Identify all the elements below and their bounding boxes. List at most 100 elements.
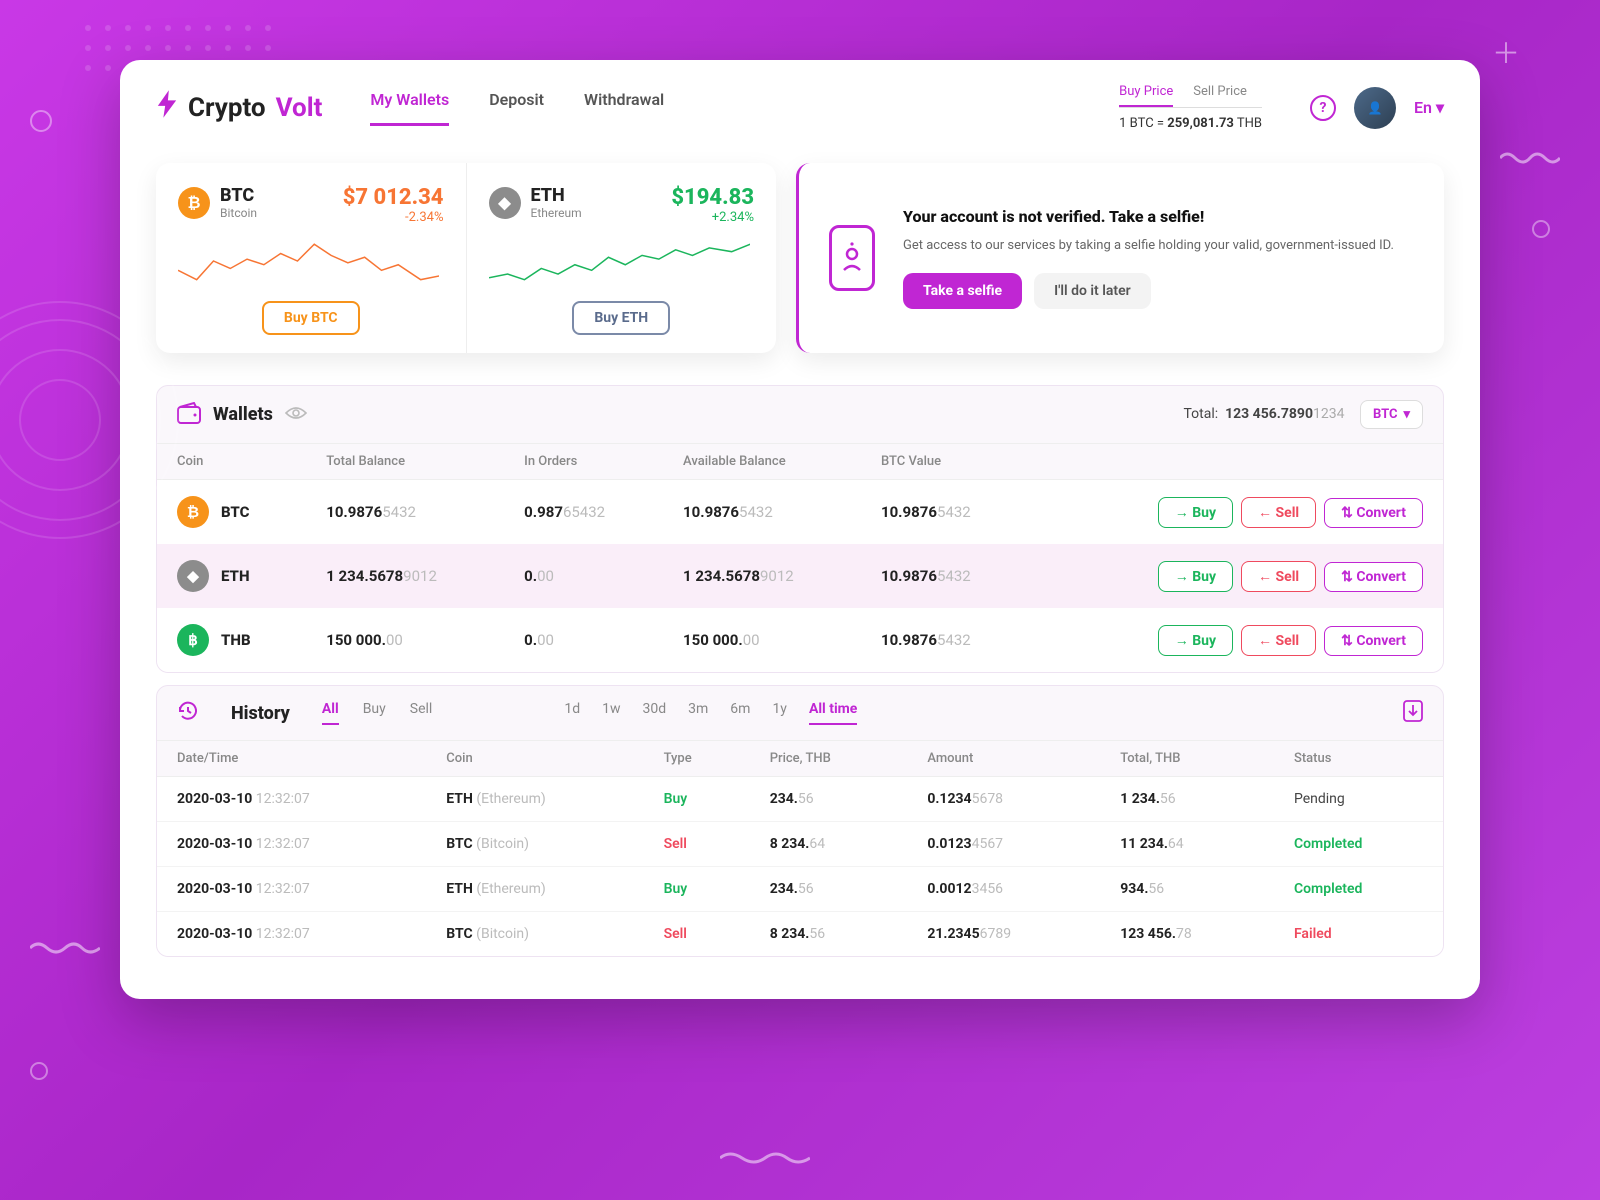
ethereum-icon: ◆ xyxy=(489,187,521,219)
convert-button[interactable]: ⇅ Convert xyxy=(1324,562,1423,592)
verify-card: Your account is not verified. Take a sel… xyxy=(796,163,1444,353)
coin: ETH (Ethereum) xyxy=(426,867,643,912)
coin-sym: ETH xyxy=(221,567,250,585)
buy-btc-button[interactable]: Buy BTC xyxy=(262,301,360,335)
later-button[interactable]: I'll do it later xyxy=(1034,273,1151,309)
range-6m[interactable]: 6m xyxy=(730,701,750,725)
logo[interactable]: CryptoVolt xyxy=(156,90,322,125)
col-available: Available Balance xyxy=(663,444,861,480)
type: Sell xyxy=(644,822,750,867)
selfie-id-icon xyxy=(829,225,875,291)
buy-button[interactable]: → Buy xyxy=(1158,561,1233,592)
total-balance: 1 234.56789012 xyxy=(306,544,504,608)
filter-sell[interactable]: Sell xyxy=(410,701,433,725)
total: 123 456.78 xyxy=(1100,912,1274,957)
buy-button[interactable]: → Buy xyxy=(1158,497,1233,528)
header: CryptoVolt My Wallets Deposit Withdrawal… xyxy=(120,60,1480,143)
history-range-filter: 1d 1w 30d 3m 6m 1y All time xyxy=(564,701,857,725)
help-icon[interactable]: ? xyxy=(1310,95,1336,121)
table-row: ฿THB150 000.000.00150 000.0010.98765432→… xyxy=(157,608,1443,672)
history-table: Date/Time Coin Type Price, THB Amount To… xyxy=(157,740,1443,956)
col-total: Total, THB xyxy=(1100,741,1274,777)
btc-symbol: BTC xyxy=(220,185,257,206)
price: 234.56 xyxy=(750,777,908,822)
wallets-table: Coin Total Balance In Orders Available B… xyxy=(157,443,1443,672)
download-icon[interactable] xyxy=(1403,700,1423,726)
bg-plus-deco: ＋ xyxy=(1492,32,1520,72)
type: Buy xyxy=(644,777,750,822)
tab-buy-price[interactable]: Buy Price xyxy=(1119,84,1173,107)
convert-button[interactable]: ⇅ Convert xyxy=(1324,626,1423,656)
amount: 0.12345678 xyxy=(907,777,1100,822)
table-row: ◆ETH1 234.567890120.001 234.5678901210.9… xyxy=(157,544,1443,608)
chevron-down-icon: ▾ xyxy=(1436,98,1444,117)
available-balance: 150 000.00 xyxy=(663,608,861,672)
total-currency-selector[interactable]: BTC ▾ xyxy=(1360,400,1423,429)
history-icon xyxy=(177,700,199,726)
available-balance: 10.98765432 xyxy=(663,480,861,545)
main-nav: My Wallets Deposit Withdrawal xyxy=(370,90,664,126)
range-1w[interactable]: 1w xyxy=(602,701,620,725)
total-balance: 10.98765432 xyxy=(306,480,504,545)
col-btc-value: BTC Value xyxy=(861,444,1031,480)
thb-icon: ฿ xyxy=(177,624,209,656)
sell-button[interactable]: ← Sell xyxy=(1241,561,1316,592)
nav-my-wallets[interactable]: My Wallets xyxy=(370,90,449,126)
eth-sparkline xyxy=(489,233,750,289)
eye-icon[interactable] xyxy=(285,405,307,425)
range-1y[interactable]: 1y xyxy=(772,701,787,725)
nav-deposit[interactable]: Deposit xyxy=(489,90,544,126)
convert-button[interactable]: ⇅ Convert xyxy=(1324,498,1423,528)
range-1d[interactable]: 1d xyxy=(564,701,580,725)
filter-buy[interactable]: Buy xyxy=(363,701,386,725)
take-selfie-button[interactable]: Take a selfie xyxy=(903,273,1022,309)
btc-name: Bitcoin xyxy=(220,206,257,220)
eth-name: Ethereum xyxy=(531,206,582,220)
col-total-balance: Total Balance xyxy=(306,444,504,480)
eth-change: +2.34% xyxy=(671,210,754,225)
bg-wave-deco xyxy=(30,940,100,960)
type: Sell xyxy=(644,912,750,957)
buy-eth-button[interactable]: Buy ETH xyxy=(572,301,670,335)
btc-price: $7 012.34 xyxy=(343,185,444,210)
price-cards: ₿ BTC Bitcoin $7 012.34 -2.34% Buy BTC xyxy=(156,163,776,353)
nav-withdrawal[interactable]: Withdrawal xyxy=(584,90,664,126)
btc-icon: ₿ xyxy=(177,496,209,528)
bitcoin-icon: ₿ xyxy=(178,187,210,219)
buy-button[interactable]: → Buy xyxy=(1158,625,1233,656)
status: Failed xyxy=(1274,912,1443,957)
price-card-eth: ◆ ETH Ethereum $194.83 +2.34% Buy ETH xyxy=(467,163,777,353)
status: Completed xyxy=(1274,822,1443,867)
table-row: ₿BTC10.987654320.9876543210.9876543210.9… xyxy=(157,480,1443,545)
eth-symbol: ETH xyxy=(531,185,582,206)
in-orders: 0.98765432 xyxy=(504,480,663,545)
table-row: 2020-03-10 12:32:07BTC (Bitcoin)Sell8 23… xyxy=(157,822,1443,867)
range-30d[interactable]: 30d xyxy=(642,701,666,725)
sell-button[interactable]: ← Sell xyxy=(1241,497,1316,528)
table-row: 2020-03-10 12:32:07ETH (Ethereum)Buy234.… xyxy=(157,867,1443,912)
sell-button[interactable]: ← Sell xyxy=(1241,625,1316,656)
lang-label: En xyxy=(1414,98,1432,117)
col-in-orders: In Orders xyxy=(504,444,663,480)
bg-wave-deco xyxy=(1500,150,1560,170)
btc-value: 10.98765432 xyxy=(861,608,1031,672)
col-datetime: Date/Time xyxy=(157,741,426,777)
price-card-btc: ₿ BTC Bitcoin $7 012.34 -2.34% Buy BTC xyxy=(156,163,467,353)
app-window: CryptoVolt My Wallets Deposit Withdrawal… xyxy=(120,60,1480,999)
bg-circle-deco xyxy=(1532,220,1550,238)
tab-sell-price[interactable]: Sell Price xyxy=(1193,84,1247,107)
language-selector[interactable]: En ▾ xyxy=(1414,98,1444,117)
bg-circle-deco xyxy=(30,1062,48,1080)
chevron-down-icon: ▾ xyxy=(1403,407,1410,422)
in-orders: 0.00 xyxy=(504,608,663,672)
verify-title: Your account is not verified. Take a sel… xyxy=(903,207,1414,226)
coin-sym: BTC xyxy=(221,503,249,521)
filter-all[interactable]: All xyxy=(322,701,339,725)
range-3m[interactable]: 3m xyxy=(688,701,708,725)
range-all-time[interactable]: All time xyxy=(809,701,857,725)
wallets-title: Wallets xyxy=(213,404,273,425)
header-right: ? 👤 En ▾ xyxy=(1310,87,1444,129)
avatar[interactable]: 👤 xyxy=(1354,87,1396,129)
exchange-rate: 1 BTC = 259,081.73 THB xyxy=(1119,116,1262,131)
col-status: Status xyxy=(1274,741,1443,777)
